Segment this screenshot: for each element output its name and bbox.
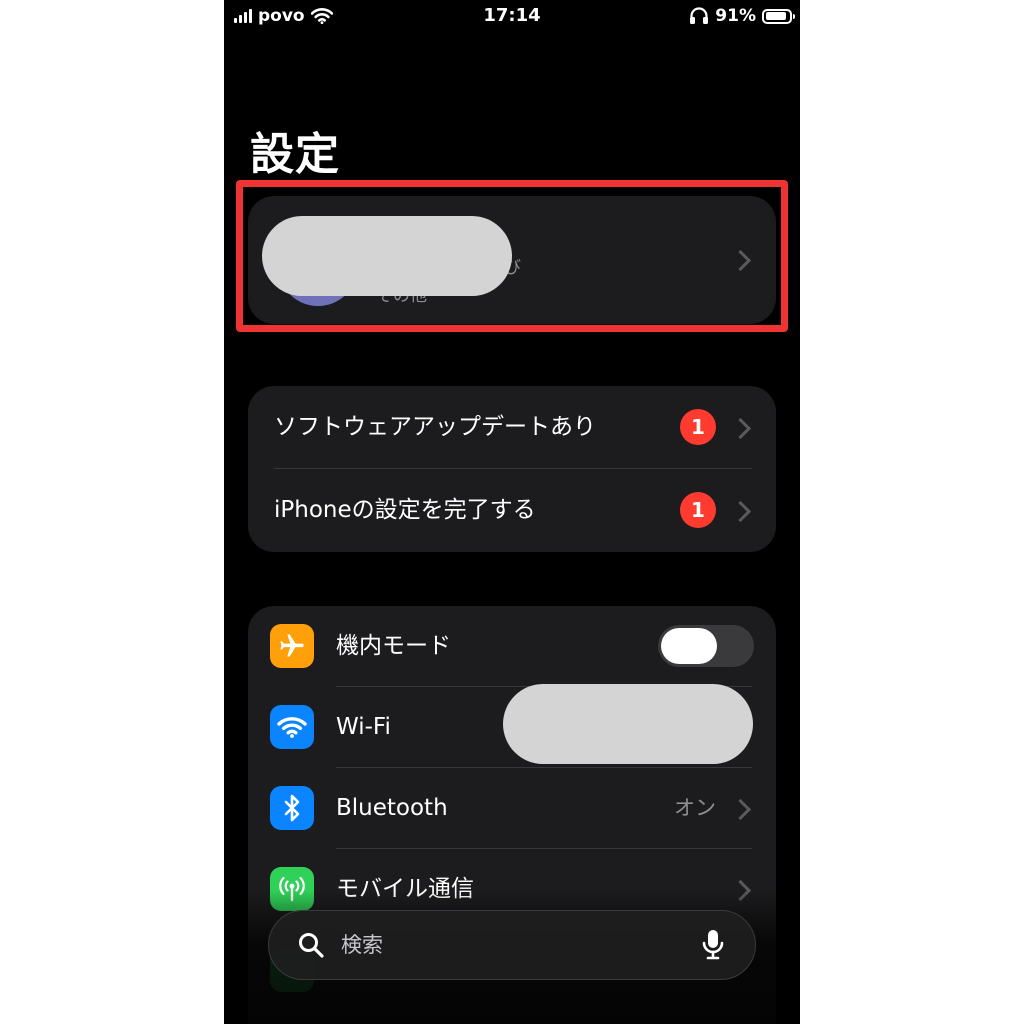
bluetooth-label: Bluetooth [336,795,448,821]
airplane-mode-row: 機内モード [248,606,776,686]
notification-badge: 1 [680,492,716,528]
search-icon [299,933,324,958]
notification-badge: 1 [680,409,716,445]
chevron-right-icon [729,417,752,440]
finish-setup-label: iPhoneの設定を完了する [274,497,536,523]
chevron-right-icon [729,798,752,821]
battery-cap [793,13,795,19]
apple-account-card[interactable]: t、iCloud、および その他 [248,196,776,324]
battery-icon [762,8,795,24]
bluetooth-status: オン [674,796,716,820]
search-placeholder: 検索 [341,933,383,957]
status-bar-right: 91% [689,6,795,26]
battery-percent: 91% [715,6,756,26]
airplane-mode-toggle[interactable] [658,625,754,667]
airplane-icon [270,624,314,668]
software-update-label: ソフトウェアアップデートあり [274,414,596,440]
bluetooth-icon [270,786,314,830]
bluetooth-row[interactable]: Bluetooth オン [248,768,776,848]
software-update-row[interactable]: ソフトウェアアップデートあり 1 [248,386,776,468]
mic-icon[interactable] [701,928,725,962]
toggle-knob [661,628,717,664]
updates-group: ソフトウェアアップデートあり 1 iPhoneの設定を完了する 1 [248,386,776,552]
wifi-label: Wi-Fi [336,714,391,740]
chevron-right-icon [729,249,752,272]
wifi-icon [270,705,314,749]
settings-screen: povo 17:14 91% 設定 t、iCloud、 [224,0,800,1024]
battery-fill [765,12,787,20]
airplane-mode-label: 機内モード [336,633,451,659]
headphones-icon [690,7,709,24]
redacted-wifi-name [503,684,753,764]
search-bar[interactable]: 検索 [268,910,756,980]
chevron-right-icon [729,500,752,523]
finish-setup-row[interactable]: iPhoneの設定を完了する 1 [248,469,776,551]
page-title: 設定 [250,129,340,180]
status-bar: povo 17:14 91% [224,0,800,34]
redacted-profile-name [262,216,512,296]
